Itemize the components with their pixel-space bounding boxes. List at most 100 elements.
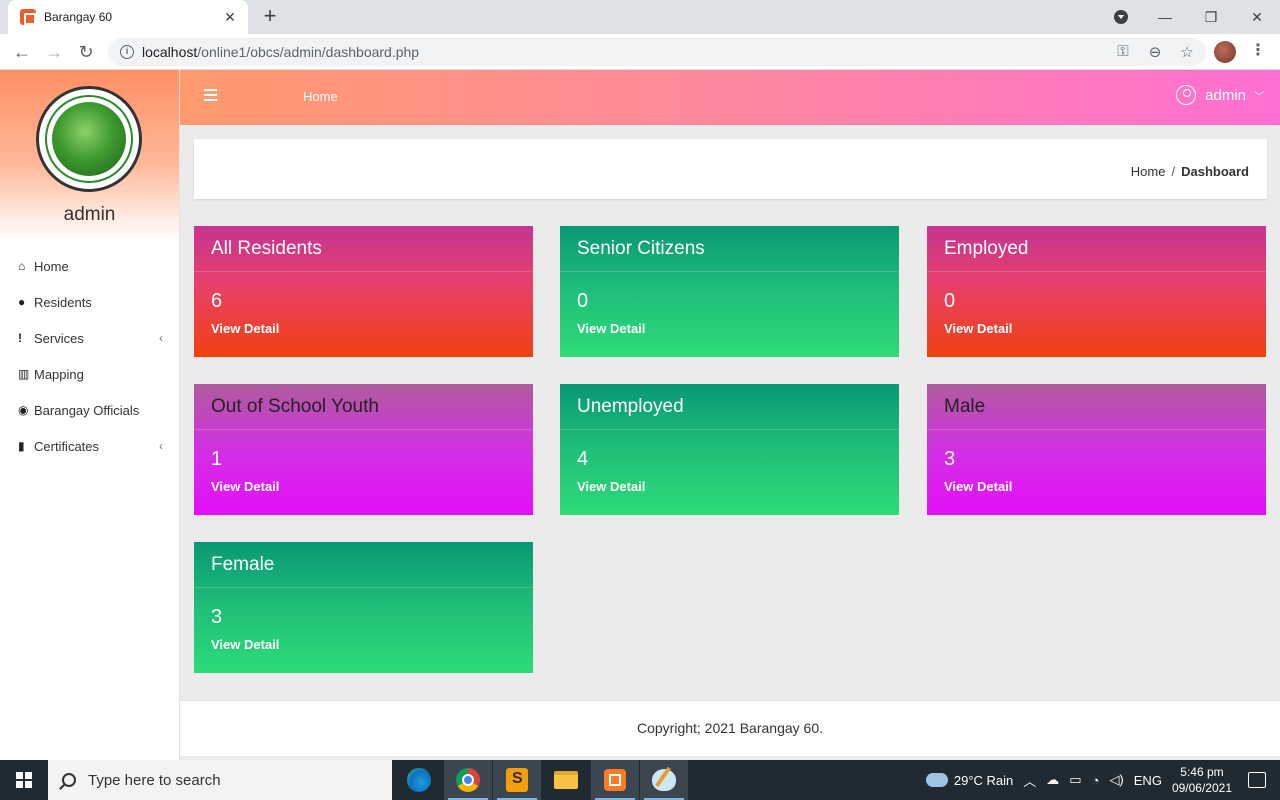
- sidebar-header: admin: [0, 70, 179, 240]
- sidebar-item-home[interactable]: ⌂ Home: [0, 248, 179, 284]
- close-window-icon[interactable]: ✕: [1234, 9, 1280, 26]
- card-title: Out of School Youth: [194, 384, 533, 430]
- chrome-icon: [456, 768, 480, 792]
- breadcrumb-panel: Home / Dashboard: [194, 139, 1267, 199]
- search-icon: [62, 773, 76, 787]
- browser-tab[interactable]: Barangay 60 ✕: [8, 0, 248, 34]
- sidebar-item-residents[interactable]: ● Residents: [0, 284, 179, 320]
- taskbar-file-explorer[interactable]: [542, 760, 590, 800]
- breadcrumb-home-link[interactable]: Home: [1131, 164, 1166, 179]
- view-detail-link[interactable]: View Detail: [194, 471, 533, 494]
- omnibox-icons: ⚿ ⊖ ☆: [1114, 43, 1196, 61]
- user-dropdown[interactable]: admin ﹀: [1176, 85, 1264, 105]
- search-placeholder: Type here to search: [88, 771, 221, 789]
- site-info-icon[interactable]: i: [120, 45, 134, 59]
- profile-avatar[interactable]: [1214, 41, 1236, 63]
- sidebar-item-certificates[interactable]: ▮ Certificates ‹: [0, 428, 179, 464]
- taskbar-search[interactable]: Type here to search: [48, 760, 392, 800]
- battery-icon[interactable]: ▭: [1069, 772, 1081, 788]
- user-icon: ●: [18, 295, 26, 309]
- user-circle-icon: [1176, 85, 1197, 105]
- forward-icon[interactable]: →: [44, 42, 64, 62]
- reload-icon[interactable]: ↻: [76, 42, 96, 62]
- sidebar-item-mapping[interactable]: ▥ Mapping: [0, 356, 179, 392]
- card-title: Unemployed: [560, 384, 899, 430]
- taskbar-edge[interactable]: [395, 760, 443, 800]
- taskbar-paint[interactable]: [640, 760, 688, 800]
- browser-menu-icon[interactable]: ⋮: [1250, 40, 1266, 60]
- zoom-icon[interactable]: ⊖: [1146, 43, 1164, 61]
- restore-icon[interactable]: ❐: [1188, 9, 1234, 26]
- card-title: Employed: [927, 226, 1266, 272]
- close-tab-icon[interactable]: ✕: [222, 9, 238, 26]
- view-detail-link[interactable]: View Detail: [194, 629, 533, 652]
- browser-toolbar: ← → ↻ i localhost/online1/obcs/admin/das…: [0, 34, 1280, 70]
- sidebar-menu: ⌂ Home ● Residents ! Services ‹ ▥ Mapping ◉ Ba…: [0, 240, 179, 464]
- sidebar-item-label: Services: [34, 330, 84, 346]
- map-icon: ▥: [18, 367, 30, 381]
- sidebar: admin ⌂ Home ● Residents ! Services ‹ ▥ Mappi…: [0, 70, 180, 760]
- bookmark-star-icon[interactable]: ☆: [1178, 43, 1196, 61]
- windows-logo-icon: [16, 772, 32, 788]
- sidebar-item-label: Certificates: [34, 438, 100, 454]
- view-detail-link[interactable]: View Detail: [927, 313, 1266, 336]
- tab-search-icon[interactable]: [1114, 10, 1128, 24]
- exclamation-icon: !: [18, 331, 22, 345]
- chevron-down-icon: ﹀: [1254, 91, 1264, 103]
- page-footer: Copyright; 2021 Barangay 60.: [180, 700, 1280, 756]
- card-count: 4: [577, 448, 589, 470]
- card-count: 6: [211, 290, 223, 312]
- onedrive-cloud-icon[interactable]: ☁: [1046, 772, 1059, 788]
- card-male: Male 3 View Detail: [927, 384, 1266, 515]
- hamburger-menu-icon[interactable]: [204, 89, 217, 104]
- top-navbar: Home admin ﹀: [180, 70, 1280, 125]
- system-tray: 29°C Rain ︿ ☁ ▭ ◔ ◁) ENG 5:46 pm 09/06/2…: [925, 760, 1280, 800]
- xampp-favicon-icon: [20, 9, 36, 25]
- sidebar-item-barangay-officials[interactable]: ◉ Barangay Officials: [0, 392, 179, 428]
- notification-icon[interactable]: [1248, 772, 1266, 788]
- card-out-of-school-youth: Out of School Youth 1 View Detail: [194, 384, 533, 515]
- taskbar-xampp[interactable]: [591, 760, 639, 800]
- start-button[interactable]: [0, 760, 48, 800]
- view-detail-link[interactable]: View Detail: [194, 313, 533, 336]
- minimize-icon[interactable]: —: [1142, 9, 1188, 25]
- card-title: Female: [194, 542, 533, 588]
- sidebar-item-services[interactable]: ! Services ‹: [0, 320, 179, 356]
- copyright-text: Copyright; 2021 Barangay 60.: [636, 720, 823, 736]
- home-icon: ⌂: [18, 259, 26, 273]
- url-text: localhost/online1/obcs/admin/dashboard.p…: [142, 44, 419, 60]
- browser-tab-strip: Barangay 60 ✕ + — ❐ ✕: [0, 0, 1280, 34]
- card-employed: Employed 0 View Detail: [927, 226, 1266, 357]
- chevron-up-icon[interactable]: ︿: [1023, 771, 1036, 790]
- card-count: 0: [577, 290, 589, 312]
- card-title: Male: [927, 384, 1266, 430]
- taskbar-chrome[interactable]: [444, 760, 492, 800]
- card-title: All Residents: [194, 226, 533, 272]
- breadcrumb-current: Dashboard: [1181, 164, 1249, 179]
- logo-ring: [45, 95, 133, 183]
- wifi-icon[interactable]: ◔: [1092, 773, 1100, 788]
- key-icon[interactable]: ⚿: [1114, 43, 1132, 61]
- chevron-left-icon: ‹: [159, 439, 163, 453]
- chevron-left-icon: ‹: [159, 331, 163, 345]
- language-indicator[interactable]: ENG: [1134, 773, 1162, 788]
- sublime-text-icon: [506, 768, 528, 792]
- breadcrumb: Home / Dashboard: [1131, 164, 1249, 179]
- view-detail-link[interactable]: View Detail: [560, 313, 899, 336]
- weather-text[interactable]: 29°C Rain: [954, 773, 1013, 788]
- card-unemployed: Unemployed 4 View Detail: [560, 384, 899, 515]
- view-detail-link[interactable]: View Detail: [927, 471, 1266, 494]
- top-home-link[interactable]: Home: [303, 89, 338, 104]
- address-bar[interactable]: i localhost/online1/obcs/admin/dashboard…: [108, 38, 1206, 66]
- volume-icon[interactable]: ◁): [1109, 772, 1123, 788]
- card-title: Senior Citizens: [560, 226, 899, 272]
- user-circle-icon: ◉: [18, 403, 29, 417]
- new-tab-button[interactable]: +: [258, 5, 282, 29]
- clock[interactable]: 5:46 pm 09/06/2021: [1172, 764, 1232, 796]
- sidebar-item-label: Residents: [34, 294, 92, 310]
- sidebar-item-label: Home: [34, 258, 69, 274]
- card-senior-citizens: Senior Citizens 0 View Detail: [560, 226, 899, 357]
- taskbar-sublime[interactable]: [493, 760, 541, 800]
- view-detail-link[interactable]: View Detail: [560, 471, 899, 494]
- back-icon[interactable]: ←: [12, 42, 32, 62]
